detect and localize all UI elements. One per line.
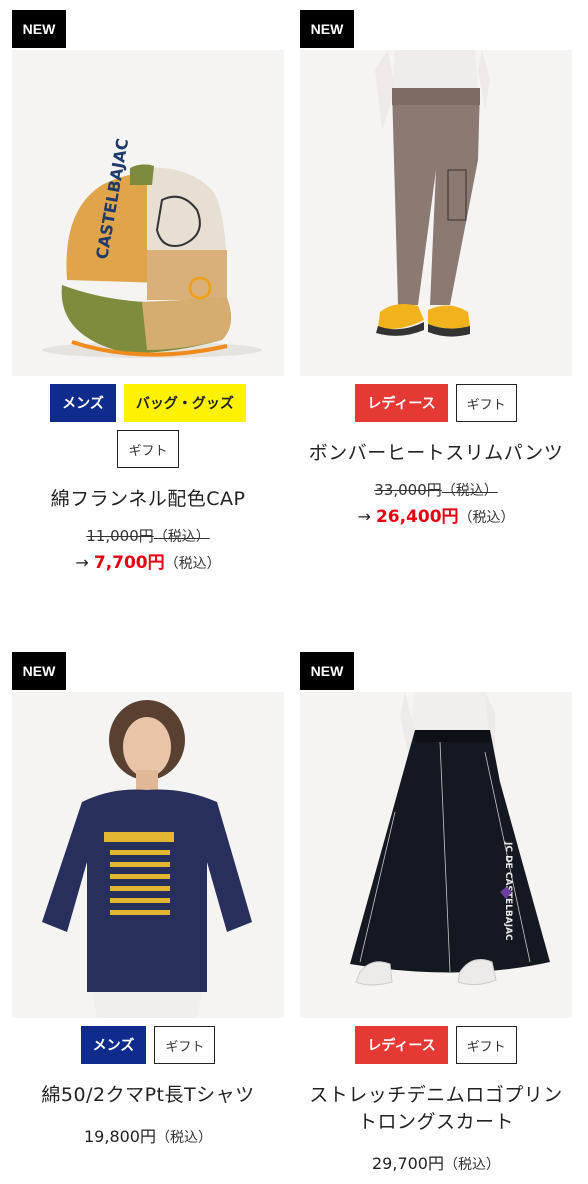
pants-image <box>300 50 572 376</box>
new-badge: NEW <box>12 10 66 48</box>
product-image[interactable]: JC DE CASTELBAJAC <box>300 692 572 1018</box>
sale-price: → 7,700円（税込） <box>4 548 292 573</box>
tag-gift[interactable]: ギフト <box>455 384 517 422</box>
price-value: 29,700円 <box>372 1154 444 1173</box>
tax-label: （税込） <box>441 483 498 499</box>
original-price-value: 11,000円 <box>86 527 154 545</box>
skirt-image: JC DE CASTELBAJAC <box>300 692 572 1018</box>
new-badge: NEW <box>300 10 354 48</box>
new-badge: NEW <box>300 652 354 690</box>
tag-list: メンズ バッグ・グッズ ギフト <box>4 384 292 468</box>
product-title[interactable]: ボンバーヒートスリムパンツ <box>292 440 580 467</box>
tax-label: （税込） <box>153 529 210 545</box>
tag-mens[interactable]: メンズ <box>80 1026 147 1064</box>
tag-mens[interactable]: メンズ <box>50 384 116 422</box>
tag-list: レディース ギフト <box>292 1026 580 1064</box>
tax-label: （税込） <box>164 556 221 572</box>
tag-list: レディース ギフト <box>292 384 580 422</box>
tax-label: （税込） <box>444 1157 500 1173</box>
regular-price: 29,700円（税込） <box>292 1150 580 1174</box>
product-image[interactable]: CASTELBAJAC <box>12 50 284 376</box>
tax-label: （税込） <box>156 1130 212 1146</box>
arrow-icon: → <box>357 507 371 526</box>
arrow-icon: → <box>75 553 89 572</box>
tag-gift[interactable]: ギフト <box>455 1026 517 1064</box>
original-price: 11,000円（税込） <box>4 525 292 546</box>
original-price-value: 33,000円 <box>374 481 442 499</box>
product-image[interactable] <box>12 692 284 1018</box>
tag-ladies[interactable]: レディース <box>355 384 448 422</box>
product-title[interactable]: 綿フランネル配色CAP <box>4 486 292 513</box>
tax-label: （税込） <box>458 510 515 526</box>
tag-bag-goods[interactable]: バッグ・グッズ <box>123 384 246 422</box>
sale-price-value: 7,700円 <box>93 553 165 573</box>
original-price: 33,000円（税込） <box>292 479 580 500</box>
tag-gift[interactable]: ギフト <box>154 1026 216 1064</box>
tshirt-image <box>12 692 284 1018</box>
product-image[interactable] <box>300 50 572 376</box>
new-badge: NEW <box>12 652 66 690</box>
product-title[interactable]: ストレッチデニムロゴプリントロングスカート <box>292 1082 580 1136</box>
product-title[interactable]: 綿50/2クマPt長Tシャツ <box>4 1082 292 1109</box>
tag-list: メンズ ギフト <box>4 1026 292 1064</box>
tag-ladies[interactable]: レディース <box>355 1026 448 1064</box>
sale-price: → 26,400円（税込） <box>292 502 580 527</box>
regular-price: 19,800円（税込） <box>4 1123 292 1147</box>
price-value: 19,800円 <box>84 1127 156 1146</box>
tag-gift[interactable]: ギフト <box>117 430 179 468</box>
cap-image: CASTELBAJAC <box>12 50 284 376</box>
sale-price-value: 26,400円 <box>375 507 459 527</box>
